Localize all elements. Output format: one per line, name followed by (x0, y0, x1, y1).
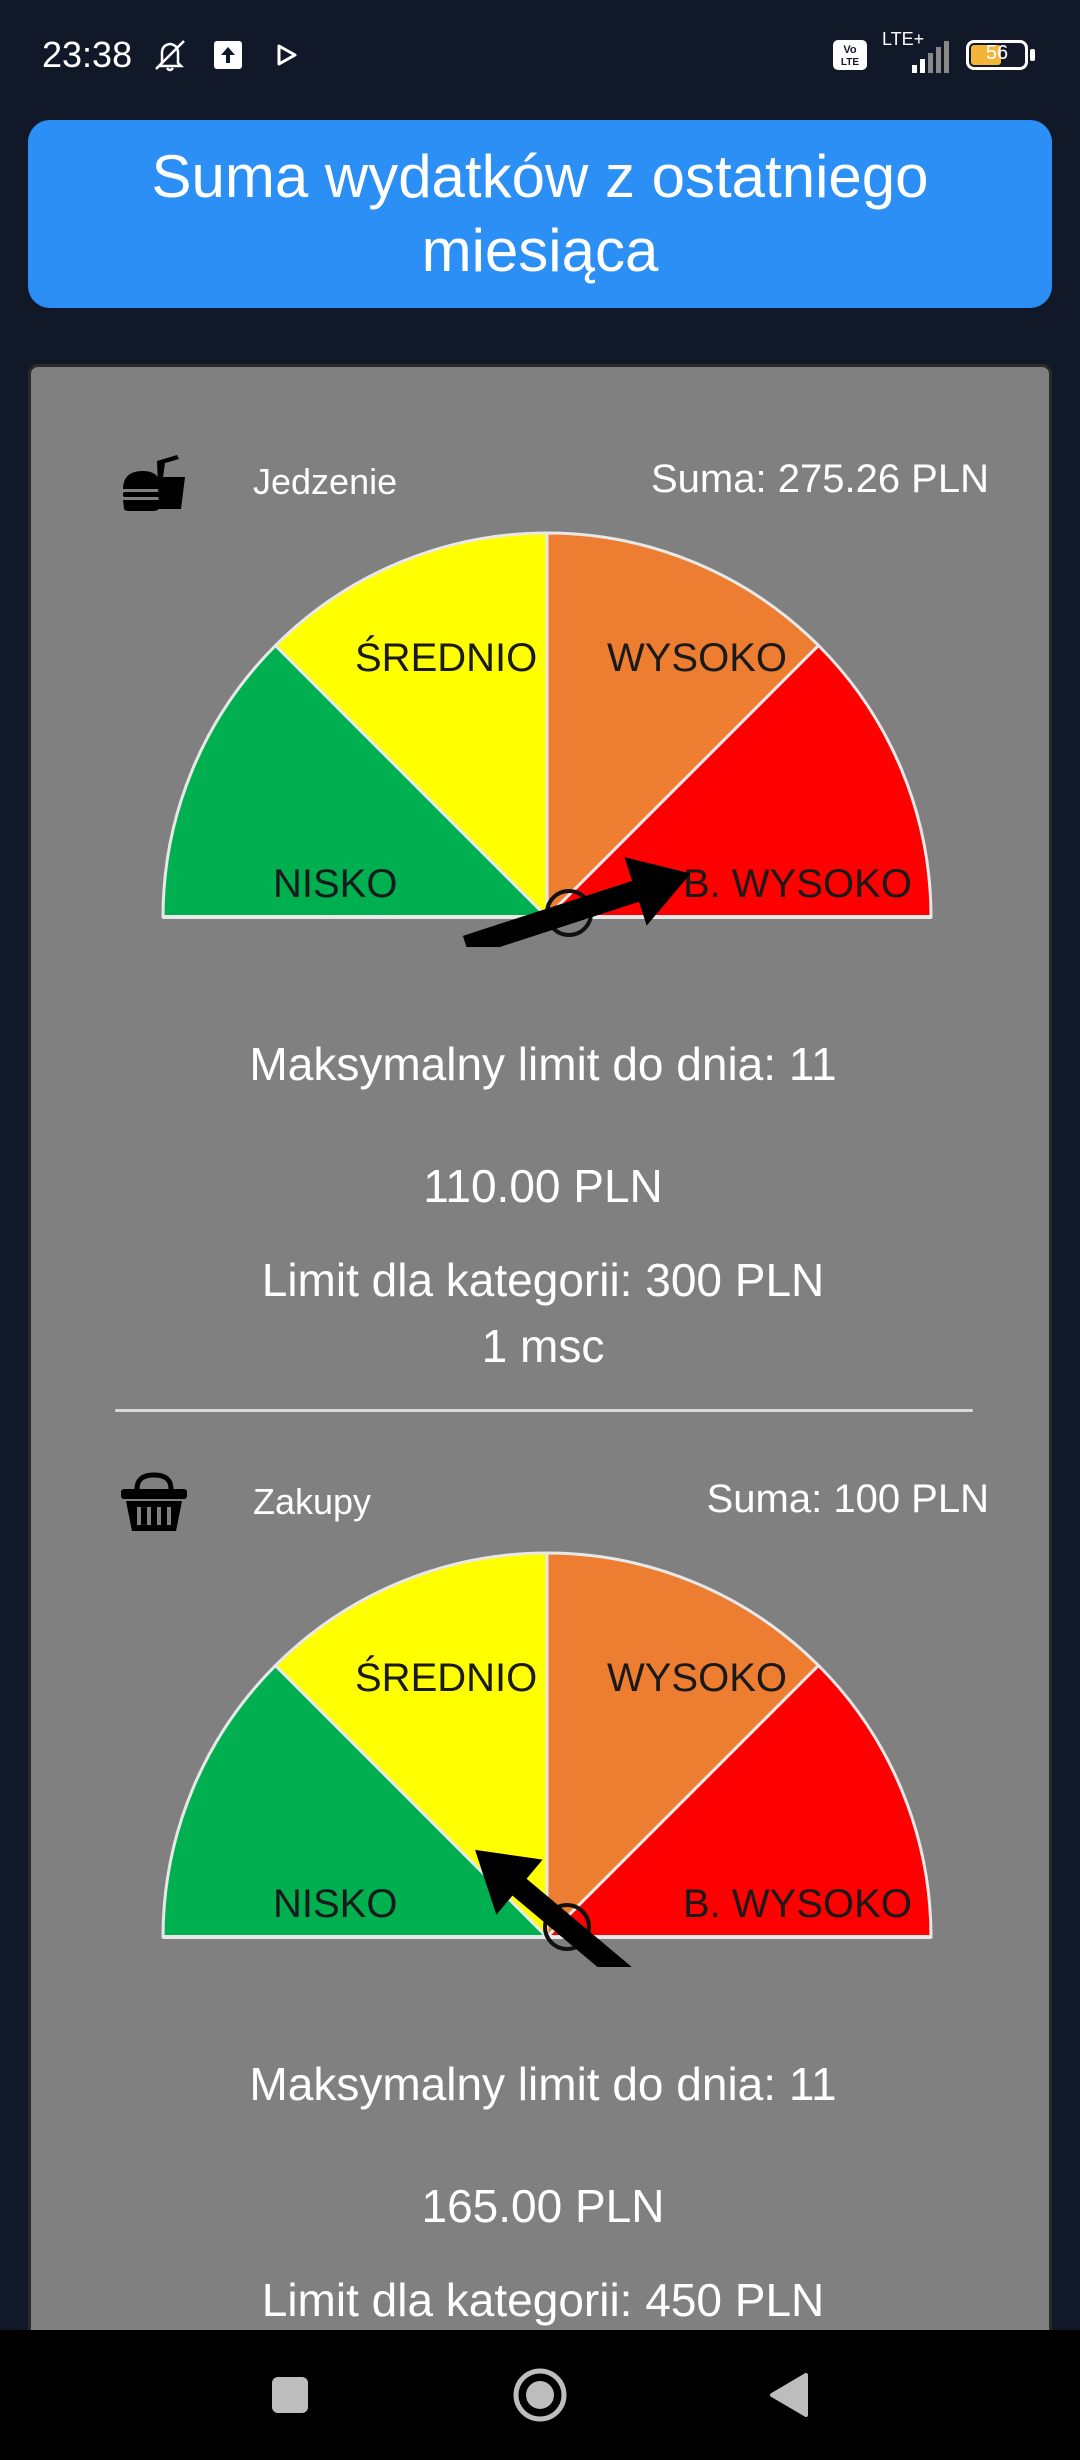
gauge-label-low: NISKO (273, 862, 397, 906)
gauge-label-medium: ŚREDNIO (355, 1654, 537, 1700)
fastfood-icon (123, 455, 185, 511)
max-limit-label: Maksymalny limit do dnia: 11 (249, 1038, 837, 1090)
expenses-card: Jedzenie Suma: 275.26 PLN NISKO ŚREDNIO … (28, 364, 1052, 2460)
upload-icon (214, 41, 243, 69)
volte-icon: Vo LTE (833, 40, 867, 70)
gauge-label-very-high: B. WYSOKO (683, 1882, 912, 1926)
battery-level: 56 (985, 42, 1009, 64)
status-right: Vo LTE LTE+ 56 (832, 29, 1036, 75)
category-name: Zakupy (253, 1481, 372, 1522)
category-sum: Suma: 275.26 PLN (651, 457, 989, 501)
category-zakupy[interactable]: Zakupy Suma: 100 PLN NISKO ŚREDNIO WYSOK… (31, 1387, 1055, 2460)
navigation-bar (0, 2330, 1080, 2460)
category-limit: Limit dla kategorii: 300 PLN (261, 1254, 825, 1306)
battery-icon: 56 (966, 38, 1036, 72)
gauge-label-medium: ŚREDNIO (355, 634, 537, 680)
gauge-label-low: NISKO (273, 1882, 397, 1926)
svg-text:LTE: LTE (841, 57, 859, 68)
gauge-label-high: WYSOKO (607, 636, 787, 680)
category-limit: Limit dla kategorii: 450 PLN (261, 2274, 825, 2326)
play-icon (277, 44, 297, 66)
signal-icon: LTE+ (882, 29, 952, 75)
mute-icon (155, 40, 185, 72)
basket-icon (121, 1472, 187, 1531)
status-time: 23:38 (42, 34, 133, 75)
category-jedzenie[interactable]: Jedzenie Suma: 275.26 PLN NISKO ŚREDNIO … (31, 367, 1055, 1377)
limit-period: 1 msc (481, 1320, 605, 1372)
home-button[interactable] (510, 2365, 570, 2425)
back-triangle-icon (770, 2373, 808, 2417)
gauge-label-high: WYSOKO (607, 1656, 787, 1700)
recents-button[interactable] (260, 2365, 320, 2425)
max-limit-value: 110.00 PLN (423, 1160, 663, 1212)
back-button[interactable] (760, 2365, 820, 2425)
status-bar: 23:38 Vo LTE LTE+ 56 (0, 0, 1080, 110)
gauge-zakupy: NISKO ŚREDNIO WYSOKO B. WYSOKO (161, 1551, 933, 1967)
status-left: 23:38 (42, 34, 306, 76)
circle-icon (513, 2368, 567, 2422)
max-limit-value: 165.00 PLN (421, 2180, 665, 2232)
gauge-jedzenie: NISKO ŚREDNIO WYSOKO B. WYSOKO (161, 531, 933, 947)
gauge-label-very-high: B. WYSOKO (683, 862, 912, 906)
header-banner: Suma wydatków z ostatniego miesiąca (28, 120, 1052, 308)
category-name: Jedzenie (253, 461, 398, 502)
category-sum: Suma: 100 PLN (706, 1477, 989, 1521)
svg-text:Vo: Vo (843, 44, 857, 56)
max-limit-label: Maksymalny limit do dnia: 11 (249, 2058, 837, 2110)
page-title: Suma wydatków z ostatniego miesiąca (151, 143, 929, 284)
square-icon (272, 2377, 308, 2413)
